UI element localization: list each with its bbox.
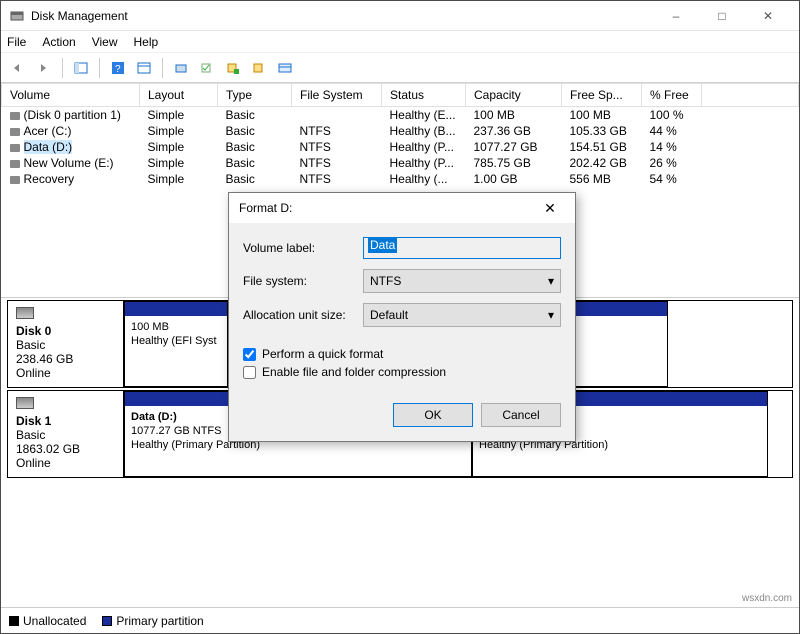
maximize-button[interactable]: □ [699,1,745,31]
menu-view[interactable]: View [92,35,118,49]
action-button-2[interactable] [222,57,244,79]
volume-icon [10,144,20,152]
action-button-4[interactable] [274,57,296,79]
volume-row[interactable]: (Disk 0 partition 1)SimpleBasicHealthy (… [2,107,799,124]
col-status[interactable]: Status [382,84,466,107]
volume-icon [10,128,20,136]
help-button[interactable]: ? [107,57,129,79]
legend: Unallocated Primary partition [1,607,799,633]
compression-checkbox[interactable]: Enable file and folder compression [243,365,561,379]
volume-icon [10,160,20,168]
menu-help[interactable]: Help [134,35,159,49]
properties-button[interactable] [133,57,155,79]
show-hide-tree-button[interactable] [70,57,92,79]
legend-primary: Primary partition [102,614,203,628]
volume-row[interactable]: Acer (C:)SimpleBasicNTFSHealthy (B...237… [2,123,799,139]
col-layout[interactable]: Layout [140,84,218,107]
allocation-unit-select[interactable]: Default▾ [363,303,561,327]
menu-file[interactable]: File [7,35,26,49]
volume-label-label: Volume label: [243,241,363,255]
action-button-1[interactable] [196,57,218,79]
volume-label-input[interactable]: Data [363,237,561,259]
volume-row[interactable]: New Volume (E:)SimpleBasicNTFSHealthy (P… [2,155,799,171]
toolbar: ? [1,53,799,83]
cancel-button[interactable]: Cancel [481,403,561,427]
disk-icon [16,307,34,319]
forward-button[interactable] [33,57,55,79]
window-title: Disk Management [31,9,653,23]
filesystem-label: File system: [243,274,363,288]
svg-text:?: ? [115,64,121,75]
chevron-down-icon: ▾ [548,308,554,322]
dialog-title: Format D: [239,201,535,215]
titlebar: Disk Management – □ ✕ [1,1,799,31]
col-fs[interactable]: File System [292,84,382,107]
volume-row[interactable]: Data (D:)SimpleBasicNTFSHealthy (P...107… [2,139,799,155]
volume-icon [10,176,20,184]
column-headers[interactable]: Volume Layout Type File System Status Ca… [2,84,799,107]
close-button[interactable]: ✕ [745,1,791,31]
disk-info: Disk 0Basic238.46 GBOnline [8,301,124,387]
partition[interactable]: 100 MBHealthy (EFI Syst [124,301,228,387]
app-icon [9,8,25,24]
back-button[interactable] [7,57,29,79]
action-button-3[interactable] [248,57,270,79]
dialog-titlebar: Format D: ✕ [229,193,575,223]
filesystem-select[interactable]: NTFS▾ [363,269,561,293]
minimize-button[interactable]: – [653,1,699,31]
chevron-down-icon: ▾ [548,274,554,288]
volume-icon [10,112,20,120]
col-capacity[interactable]: Capacity [466,84,562,107]
menubar: File Action View Help [1,31,799,53]
allocation-unit-label: Allocation unit size: [243,308,363,322]
format-dialog: Format D: ✕ Volume label: Data File syst… [228,192,576,442]
legend-unallocated: Unallocated [9,614,86,628]
ok-button[interactable]: OK [393,403,473,427]
dialog-close-button[interactable]: ✕ [535,200,565,217]
watermark: wsxdn.com [742,593,792,604]
col-volume[interactable]: Volume [2,84,140,107]
col-type[interactable]: Type [218,84,292,107]
disk-icon [16,397,34,409]
col-pct[interactable]: % Free [642,84,702,107]
quick-format-checkbox[interactable]: Perform a quick format [243,347,561,361]
volume-row[interactable]: RecoverySimpleBasicNTFSHealthy (...1.00 … [2,171,799,187]
disk-info: Disk 1Basic1863.02 GBOnline [8,391,124,477]
refresh-button[interactable] [170,57,192,79]
menu-action[interactable]: Action [42,35,75,49]
col-free[interactable]: Free Sp... [562,84,642,107]
